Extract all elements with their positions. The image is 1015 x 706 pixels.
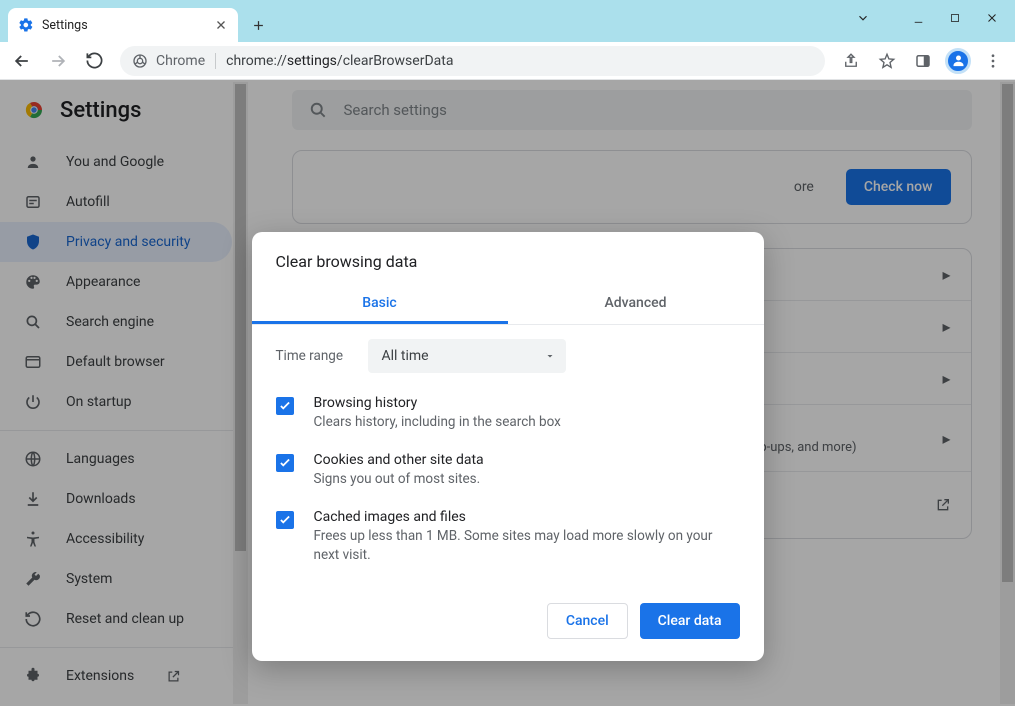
time-range-label: Time range xyxy=(276,348,350,364)
forward-button[interactable] xyxy=(44,47,72,75)
clear-data-button[interactable]: Clear data xyxy=(640,603,740,639)
option-cookies[interactable]: Cookies and other site data Signs you out… xyxy=(276,442,740,499)
share-icon[interactable] xyxy=(837,47,865,75)
clear-browsing-data-dialog: Clear browsing data Basic Advanced Time … xyxy=(252,232,764,661)
tab-title: Settings xyxy=(42,18,214,33)
window-controls xyxy=(856,0,1011,36)
sidepanel-icon[interactable] xyxy=(909,47,937,75)
checkbox-checked[interactable] xyxy=(276,397,294,415)
browser-toolbar: Chrome chrome://settings/clearBrowserDat… xyxy=(0,42,1015,80)
option-subtitle: Frees up less than 1 MB. Some sites may … xyxy=(314,527,740,565)
tab-advanced[interactable]: Advanced xyxy=(508,285,764,324)
bookmark-icon[interactable] xyxy=(873,47,901,75)
dialog-title: Clear browsing data xyxy=(252,232,764,285)
checkbox-checked[interactable] xyxy=(276,454,294,472)
omnibox-url: chrome://settings/clearBrowserData xyxy=(226,53,453,69)
option-browsing-history[interactable]: Browsing history Clears history, includin… xyxy=(276,385,740,442)
person-icon xyxy=(951,53,966,68)
chevron-down-icon[interactable] xyxy=(856,11,870,25)
option-title: Browsing history xyxy=(314,395,561,411)
dialog-tabs: Basic Advanced xyxy=(252,285,764,325)
browser-tab[interactable]: Settings xyxy=(8,8,238,42)
option-cached[interactable]: Cached images and files Frees up less tha… xyxy=(276,499,740,575)
chevron-down-icon xyxy=(544,350,556,362)
time-range-select[interactable]: All time xyxy=(368,339,566,373)
option-subtitle: Clears history, including in the search … xyxy=(314,413,561,432)
kebab-menu-icon[interactable] xyxy=(979,47,1007,75)
select-value: All time xyxy=(382,348,429,364)
omnibox-prefix: Chrome xyxy=(156,53,216,69)
option-subtitle: Signs you out of most sites. xyxy=(314,470,484,489)
address-bar[interactable]: Chrome chrome://settings/clearBrowserDat… xyxy=(120,46,825,76)
chrome-page-icon xyxy=(132,53,148,69)
cancel-button[interactable]: Cancel xyxy=(547,603,628,639)
close-tab-icon[interactable] xyxy=(214,18,228,32)
window-titlebar: Settings xyxy=(0,0,1015,42)
new-tab-button[interactable] xyxy=(244,11,272,39)
close-window-icon[interactable] xyxy=(985,11,999,25)
profile-avatar[interactable] xyxy=(945,48,971,74)
option-title: Cached images and files xyxy=(314,509,740,525)
back-button[interactable] xyxy=(8,47,36,75)
minimize-icon[interactable] xyxy=(912,12,925,25)
gear-icon xyxy=(18,17,34,33)
tab-basic[interactable]: Basic xyxy=(252,285,508,324)
option-title: Cookies and other site data xyxy=(314,452,484,468)
reload-button[interactable] xyxy=(80,47,108,75)
maximize-icon[interactable] xyxy=(949,12,961,24)
checkbox-checked[interactable] xyxy=(276,511,294,529)
content-area: Settings You and Google Autofill Privacy… xyxy=(0,80,1015,706)
